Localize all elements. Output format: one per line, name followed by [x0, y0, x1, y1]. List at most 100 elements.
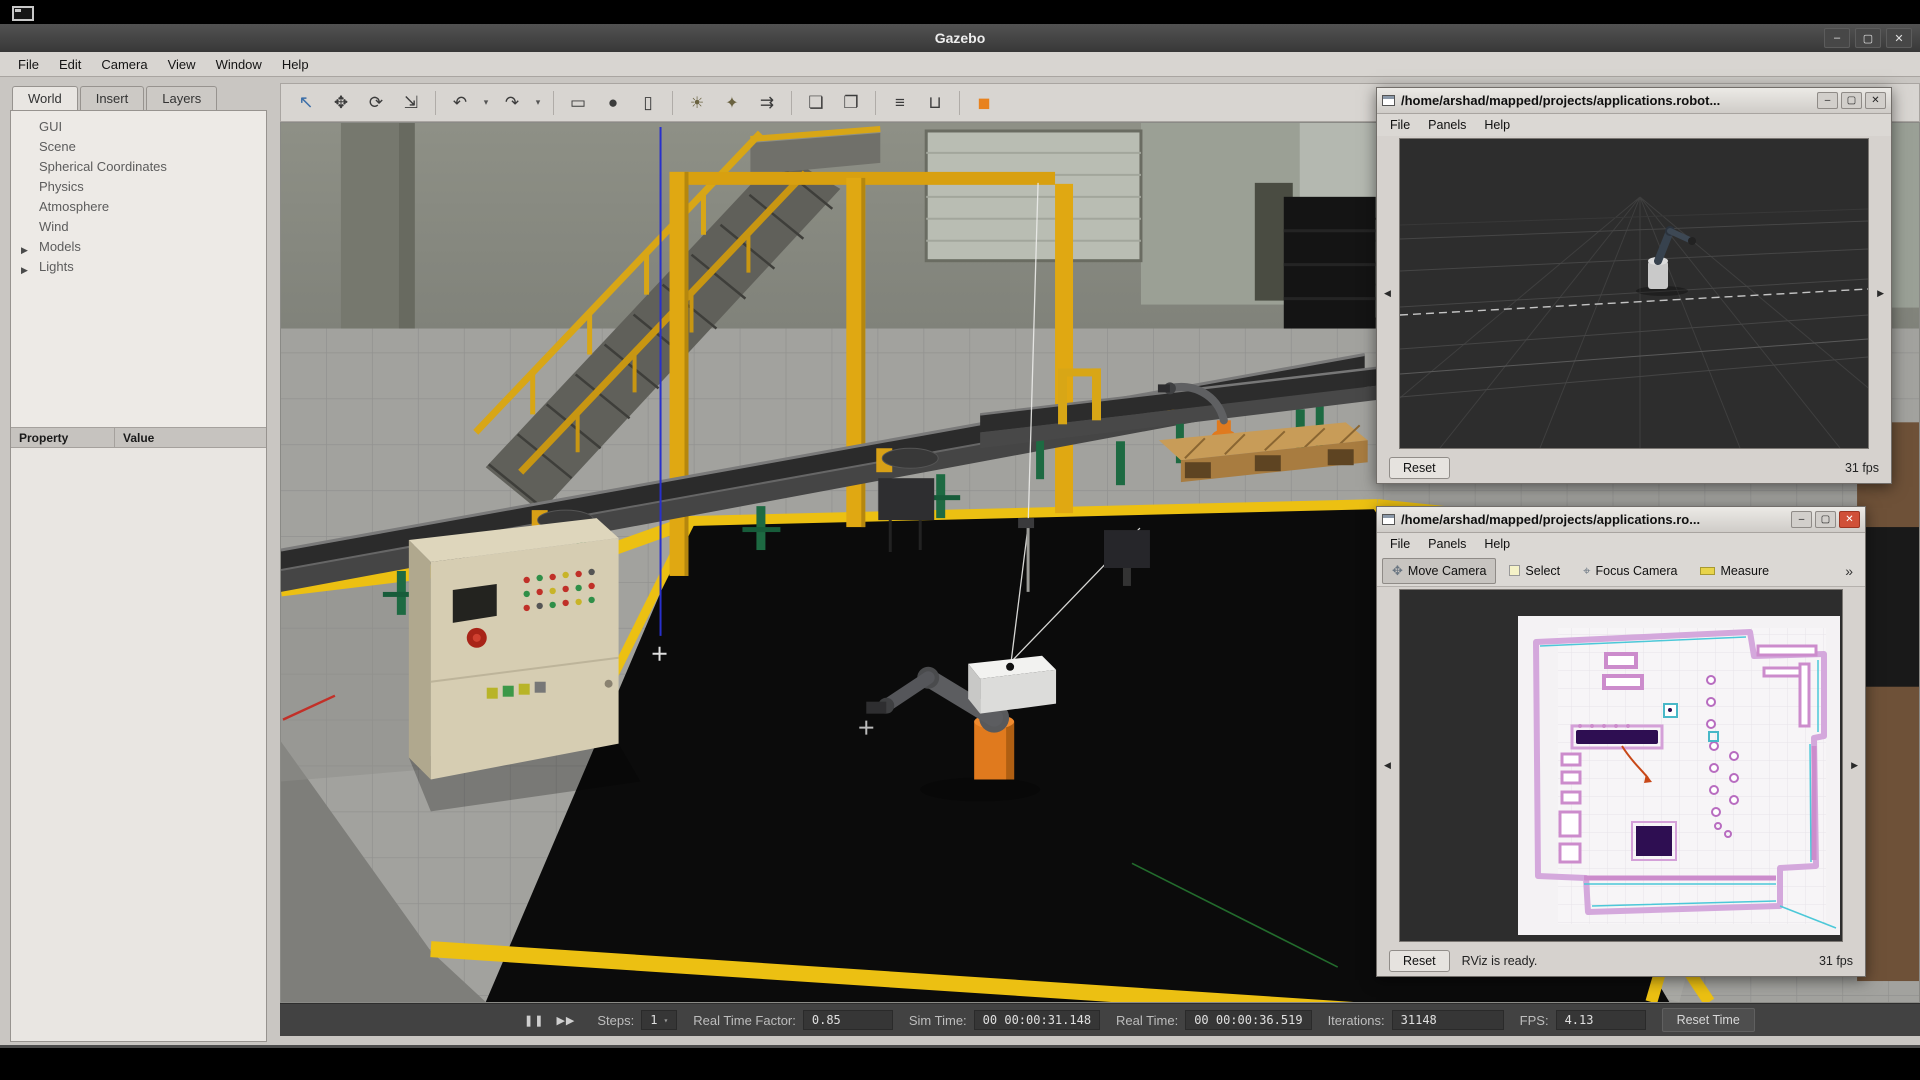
tree-item-models[interactable]: ▶ Models — [11, 237, 266, 257]
menu-help[interactable]: Help — [1475, 116, 1519, 134]
toolbar-separator — [435, 91, 436, 115]
box-shape-icon[interactable]: ▭ — [563, 89, 593, 117]
tree-item-physics[interactable]: Physics — [11, 177, 266, 197]
menu-help[interactable]: Help — [1475, 535, 1519, 553]
menu-panels[interactable]: Panels — [1419, 535, 1475, 553]
desktop-background — [0, 0, 1920, 24]
close-button[interactable]: ✕ — [1886, 28, 1912, 48]
steps-spin-icon[interactable]: ▾ — [663, 1016, 668, 1025]
steps-spinbox[interactable]: 1 ▾ — [641, 1010, 677, 1030]
tree-item-wind[interactable]: Wind — [11, 217, 266, 237]
menu-help[interactable]: Help — [272, 54, 319, 75]
focus-camera-tool[interactable]: ⌖ Focus Camera — [1573, 558, 1687, 584]
reset-button[interactable]: Reset — [1389, 457, 1450, 479]
rviz-3d-grid — [1400, 139, 1868, 448]
reset-button[interactable]: Reset — [1389, 950, 1450, 972]
tree-item-models-label: Models — [39, 239, 81, 254]
fps-label: FPS: — [1520, 1013, 1549, 1028]
value-column-header: Value — [115, 428, 162, 447]
desktop-window-icon[interactable] — [12, 6, 34, 21]
rviz-status-text: RViz is ready. — [1462, 954, 1538, 968]
pan-right-icon[interactable]: ▶ — [1851, 760, 1858, 771]
tree-item-lights[interactable]: ▶ Lights — [11, 257, 266, 277]
align-icon[interactable]: ≡ — [885, 89, 915, 117]
undo-icon[interactable]: ↶ — [445, 89, 475, 117]
fps-readout: 31 fps — [1819, 954, 1853, 968]
rviz-map-view[interactable] — [1399, 589, 1843, 942]
tab-layers[interactable]: Layers — [146, 86, 217, 110]
scale-tool-icon[interactable]: ⇲ — [396, 89, 426, 117]
view-angle-icon[interactable]: ◼ — [969, 89, 999, 117]
reset-time-button[interactable]: Reset Time — [1662, 1008, 1755, 1032]
right-edge-shelving — [1857, 422, 1919, 981]
close-button[interactable]: ✕ — [1865, 92, 1886, 109]
menu-edit[interactable]: Edit — [49, 54, 91, 75]
gazebo-main-window: Gazebo – ▢ ✕ File Edit Camera View Windo… — [0, 24, 1920, 1048]
white-target-box — [968, 656, 1056, 714]
directional-light-icon[interactable]: ⇉ — [752, 89, 782, 117]
cylinder-shape-icon[interactable]: ▯ — [633, 89, 663, 117]
pause-button[interactable]: ❚❚ — [518, 1014, 550, 1027]
menu-window[interactable]: Window — [206, 54, 272, 75]
expand-arrow-icon[interactable]: ▶ — [21, 262, 28, 278]
rtf-label: Real Time Factor: — [693, 1013, 796, 1028]
sim-time-field[interactable]: 00 00:00:31.148 — [974, 1010, 1100, 1030]
measure-tool[interactable]: Measure — [1690, 559, 1779, 583]
real-time-label: Real Time: — [1116, 1013, 1178, 1028]
move-camera-label: Move Camera — [1408, 564, 1487, 578]
tree-item-spherical-coordinates[interactable]: Spherical Coordinates — [11, 157, 266, 177]
menu-file[interactable]: File — [1381, 116, 1419, 134]
minimize-button[interactable]: – — [1817, 92, 1838, 109]
tree-item-atmosphere[interactable]: Atmosphere — [11, 197, 266, 217]
rviz-top-titlebar[interactable]: /home/arshad/mapped/projects/application… — [1377, 88, 1891, 114]
select-tool-icon[interactable]: ↖ — [291, 89, 321, 117]
sphere-shape-icon[interactable]: ● — [598, 89, 628, 117]
paste-icon[interactable]: ❐ — [836, 89, 866, 117]
point-light-icon[interactable]: ☀ — [682, 89, 712, 117]
rotate-tool-icon[interactable]: ⟳ — [361, 89, 391, 117]
pan-left-icon[interactable]: ◀ — [1384, 288, 1391, 299]
tree-item-gui[interactable]: GUI — [11, 117, 266, 137]
tab-world[interactable]: World — [12, 86, 78, 110]
fps-field[interactable]: 4.13 — [1556, 1010, 1646, 1030]
rviz-top-3d-view[interactable] — [1399, 138, 1869, 449]
pan-left-icon[interactable]: ◀ — [1384, 760, 1391, 771]
copy-icon[interactable]: ❏ — [801, 89, 831, 117]
close-button[interactable]: ✕ — [1839, 511, 1860, 528]
maximize-button[interactable]: ▢ — [1841, 92, 1862, 109]
tab-insert[interactable]: Insert — [80, 86, 145, 110]
menu-panels[interactable]: Panels — [1419, 116, 1475, 134]
minimize-button[interactable]: – — [1791, 511, 1812, 528]
real-time-field[interactable]: 00 00:00:36.519 — [1185, 1010, 1311, 1030]
minimize-button[interactable]: – — [1824, 28, 1850, 48]
rtf-field[interactable]: 0.85 — [803, 1010, 893, 1030]
iterations-field[interactable]: 31148 — [1392, 1010, 1504, 1030]
toolbar-overflow-icon[interactable]: » — [1845, 563, 1860, 579]
spot-light-icon[interactable]: ✦ — [717, 89, 747, 117]
maximize-button[interactable]: ▢ — [1855, 28, 1881, 48]
expand-arrow-icon[interactable]: ▶ — [21, 242, 28, 258]
gazebo-titlebar[interactable]: Gazebo – ▢ ✕ — [0, 24, 1920, 52]
select-icon — [1509, 565, 1520, 576]
menu-camera[interactable]: Camera — [91, 54, 157, 75]
redo-icon[interactable]: ↷ — [497, 89, 527, 117]
menu-view[interactable]: View — [158, 54, 206, 75]
redo-history-dropdown-icon[interactable]: ▾ — [532, 89, 544, 117]
select-tool[interactable]: Select — [1499, 559, 1570, 583]
simulation-statusbar: ❚❚ ▶▶ Steps: 1 ▾ Real Time Factor: 0.85 … — [280, 1003, 1920, 1036]
maximize-button[interactable]: ▢ — [1815, 511, 1836, 528]
menu-file[interactable]: File — [1381, 535, 1419, 553]
tree-item-scene[interactable]: Scene — [11, 137, 266, 157]
window-icon — [1382, 514, 1395, 525]
snap-icon[interactable]: ⊔ — [920, 89, 950, 117]
menu-file[interactable]: File — [8, 54, 49, 75]
step-button[interactable]: ▶▶ — [550, 1014, 581, 1027]
focus-camera-icon: ⌖ — [1583, 563, 1590, 579]
pan-right-icon[interactable]: ▶ — [1877, 288, 1884, 299]
measure-icon — [1700, 567, 1715, 575]
rviz-bottom-titlebar[interactable]: /home/arshad/mapped/projects/application… — [1377, 507, 1865, 533]
undo-history-dropdown-icon[interactable]: ▾ — [480, 89, 492, 117]
tree-item-lights-label: Lights — [39, 259, 74, 274]
move-camera-tool[interactable]: ✥ Move Camera — [1382, 558, 1496, 584]
translate-tool-icon[interactable]: ✥ — [326, 89, 356, 117]
